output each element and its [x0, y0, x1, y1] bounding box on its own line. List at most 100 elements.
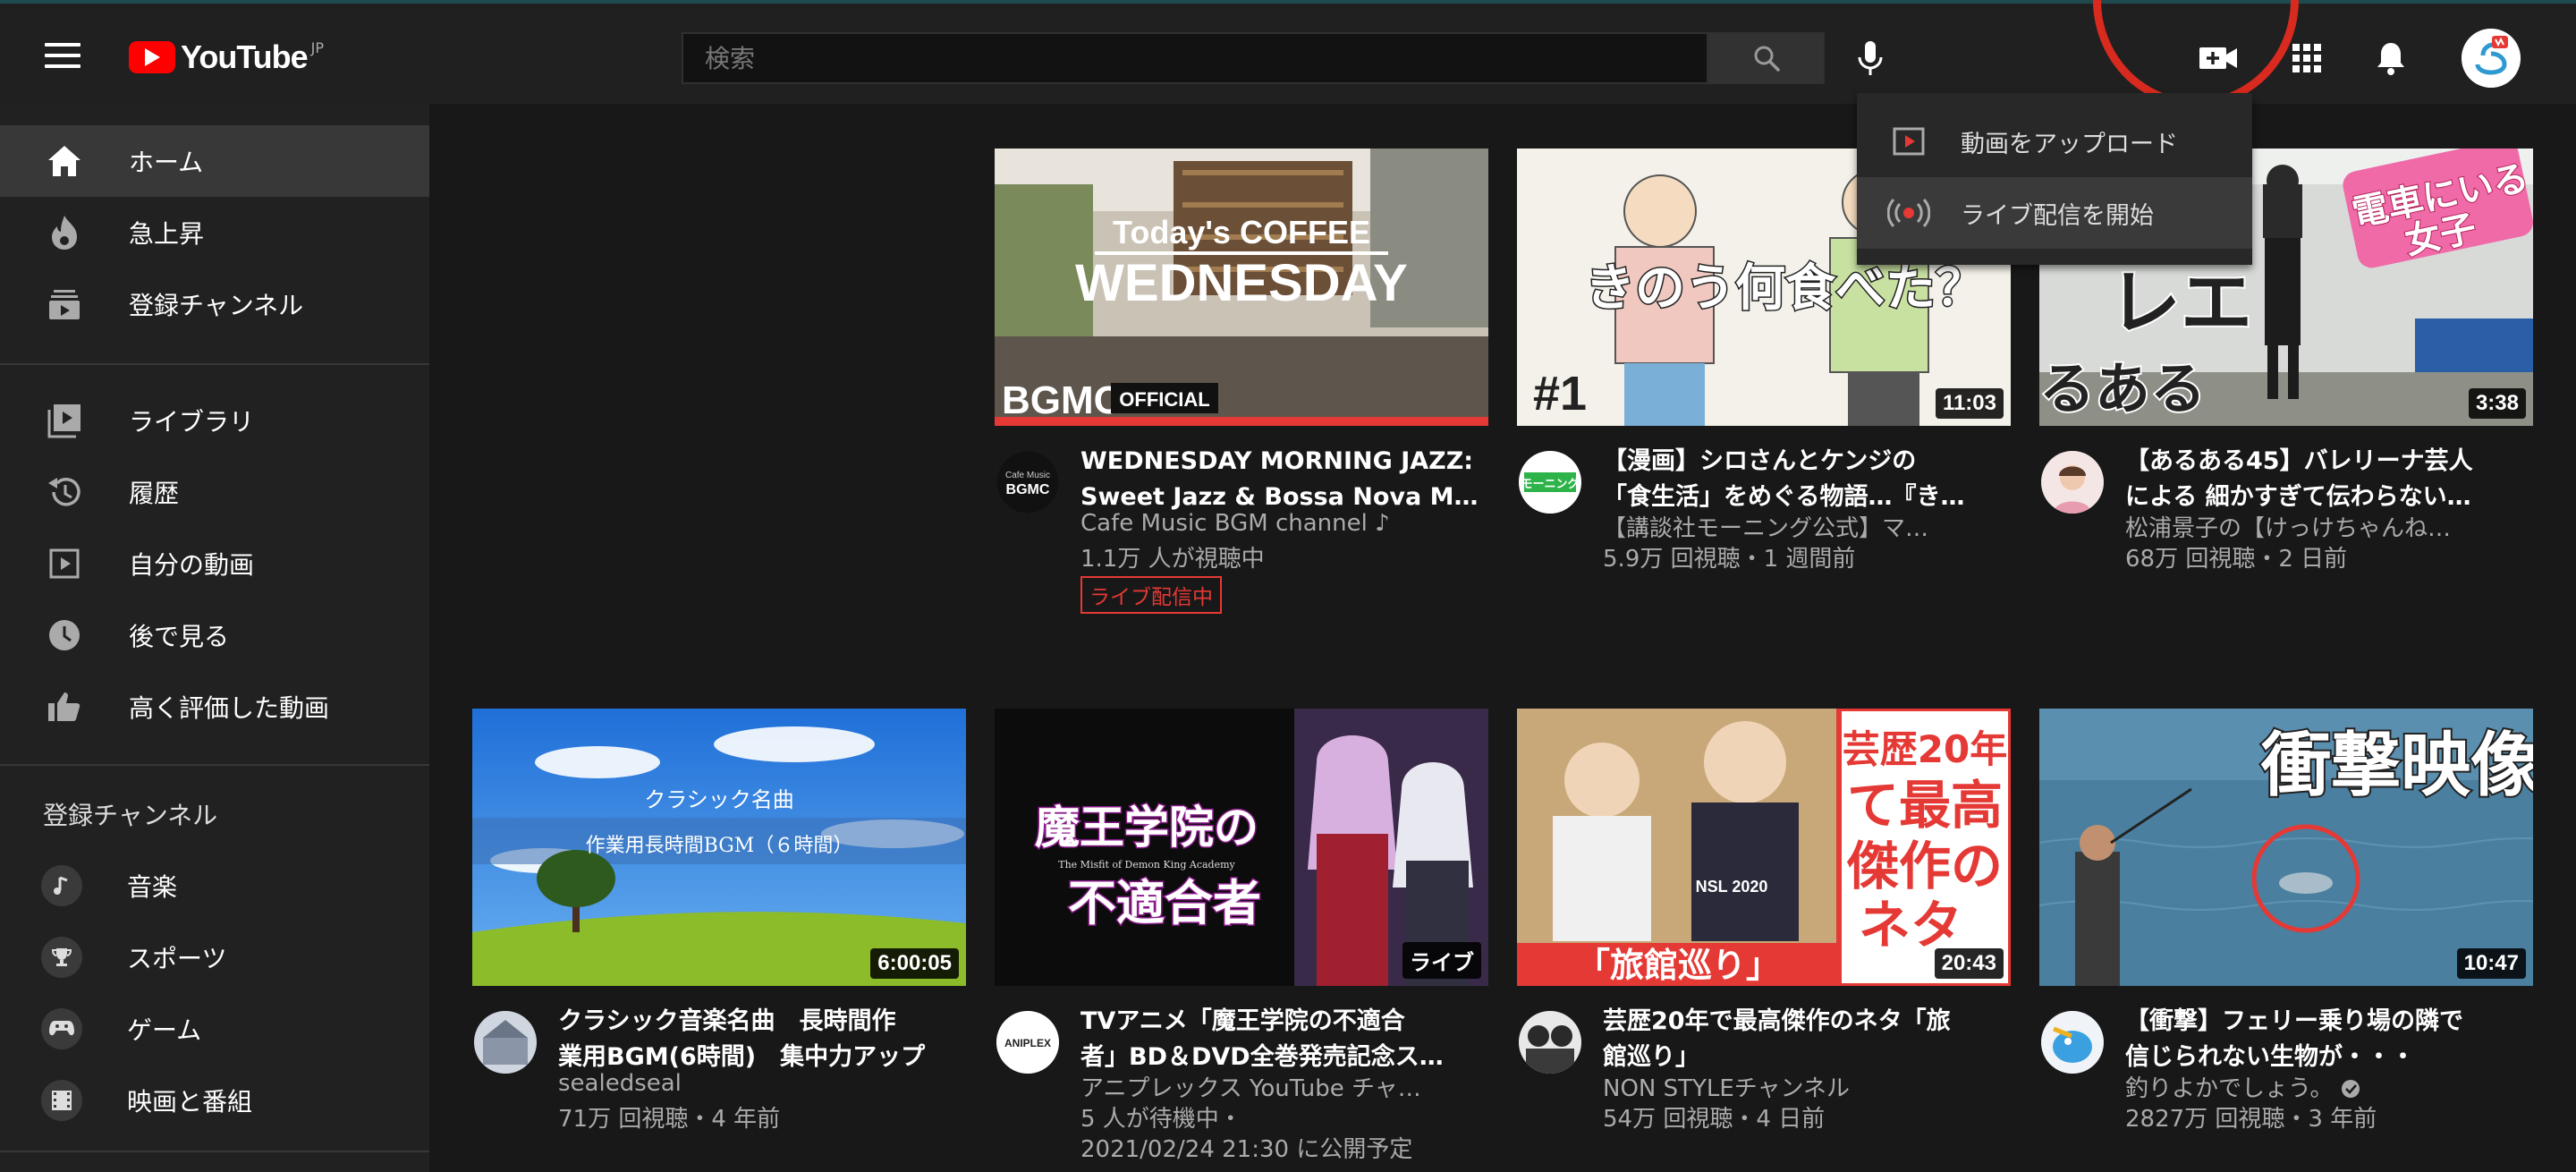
video-stats: 5 人が待機中・ [1080, 1106, 1242, 1133]
channel-avatar[interactable] [2041, 451, 2104, 514]
video-title[interactable]: 【漫画】シロさんとケンジの 「食生活」をめぐる物語…『き… [1603, 444, 2011, 515]
create-button[interactable] [2191, 36, 2245, 81]
notifications-button[interactable] [2368, 36, 2413, 81]
home-icon [45, 141, 84, 181]
sidebar-item-gaming[interactable]: ゲーム [0, 993, 429, 1065]
hamburger-icon [45, 43, 80, 47]
channel-avatar[interactable]: モーニング [1519, 451, 1581, 514]
channel-avatar[interactable] [474, 1011, 537, 1074]
account-avatar[interactable] [2462, 29, 2521, 88]
video-card[interactable]: 衝撃映像 10:47 【衝撃】フェリー乗り場の隣で 信じられない生物が・・・ 釣… [2039, 709, 2533, 1165]
sidebar-item-liked-videos[interactable]: 高く評価した動画 [0, 671, 429, 743]
channel-name[interactable]: 松浦景子の【けっけちゃんね… [2125, 510, 2533, 543]
video-title[interactable]: TVアニメ「魔王学院の不適合 者」BD＆DVD全巻発売記念ス… [1080, 1004, 1488, 1075]
video-title[interactable]: 【あるある45】バレリーナ芸人 による 細かすぎて伝わらない… [2125, 444, 2533, 515]
video-stats: 54万 回視聴・4 日前 [1603, 1106, 1826, 1133]
search-box [682, 32, 1708, 84]
video-stats: 1.1万 人が視聴中 [1080, 546, 1265, 573]
sidebar-item-trending[interactable]: 急上昇 [0, 197, 429, 268]
sidebar-item-label: 音楽 [127, 872, 178, 902]
go-live-icon [1887, 195, 1930, 231]
svg-text:クラシック名曲: クラシック名曲 [644, 787, 794, 812]
menu-item-go-live[interactable]: ライブ配信を開始 [1857, 177, 2252, 249]
trophy-icon [41, 937, 82, 978]
logo-region-code: JP [310, 38, 325, 56]
svg-text:るある: るある [2039, 356, 2206, 421]
apps-button[interactable] [2284, 36, 2329, 81]
channel-avatar[interactable]: ANIPLEX [996, 1011, 1059, 1074]
svg-text:BGMC: BGMC [1002, 378, 1122, 422]
video-card[interactable]: クラシック名曲 作業用長時間BGM（６時間） 6:00:05 クラシック音楽名曲… [472, 709, 966, 1165]
channel-name[interactable]: 【講談社モーニング公式】マ… [1603, 510, 2011, 543]
video-camera-add-icon [2199, 47, 2237, 69]
channel-avatar[interactable] [1519, 1011, 1581, 1074]
svg-text:The Misfit of Demon King Acade: The Misfit of Demon King Academy [1058, 859, 1235, 871]
youtube-logo[interactable]: YouTube JP [129, 38, 325, 75]
sidebar-item-your-videos[interactable]: 自分の動画 [0, 528, 429, 599]
channel-avatar[interactable]: Cafe Music BGMC [996, 451, 1059, 514]
search-icon [1754, 46, 1780, 72]
sidebar-item-watch-later[interactable]: 後で見る [0, 599, 429, 671]
video-card[interactable]: NSL 2020 芸歴20年 て最高 傑作の ネタ 「旅館巡り」 20:43 芸… [1517, 709, 2011, 1165]
sidebar-item-label: 履歴 [129, 479, 180, 508]
svg-text:モーニング: モーニング [1521, 477, 1579, 491]
video-duration: 10:47 [2456, 948, 2526, 979]
video-thumbnail[interactable]: NSL 2020 芸歴20年 て最高 傑作の ネタ 「旅館巡り」 20:43 [1517, 709, 2011, 986]
live-badge: ライブ配信中 [1080, 576, 1222, 614]
video-thumbnail[interactable]: クラシック名曲 作業用長時間BGM（６時間） 6:00:05 [472, 709, 966, 986]
sidebar-item-label: 自分の動画 [129, 550, 255, 580]
sidebar-item-home[interactable]: ホーム [0, 125, 429, 197]
video-thumbnail[interactable]: 衝撃映像 10:47 [2039, 709, 2533, 986]
sidebar-item-movies[interactable]: 映画と番組 [0, 1065, 429, 1136]
menu-item-label: ライブ配信を開始 [1961, 201, 2154, 230]
channel-name[interactable]: NON STYLEチャンネル [1603, 1070, 2011, 1103]
svg-text:OFFICIAL: OFFICIAL [1119, 388, 1209, 411]
video-title[interactable]: 【衝撃】フェリー乗り場の隣で 信じられない生物が・・・ [2125, 1004, 2533, 1075]
svg-text:#1: #1 [1533, 367, 1587, 420]
video-thumbnail[interactable]: Today's COFFEE WEDNESDAY BGMC OFFICIAL [995, 149, 1488, 426]
sidebar-item-label: 映画と番組 [127, 1087, 253, 1117]
video-duration: 11:03 [1935, 388, 2004, 419]
guide-menu-button[interactable] [45, 43, 80, 68]
search-input[interactable] [683, 34, 1707, 82]
sidebar-divider [0, 1151, 429, 1152]
subscriptions-heading: 登録チャンネル [43, 801, 218, 830]
menu-item-upload-video[interactable]: 動画をアップロード [1857, 106, 2252, 177]
svg-text:ANIPLEX: ANIPLEX [1004, 1037, 1051, 1049]
video-title[interactable]: クラシック音楽名曲 長時間作 業用BGM(6時間) 集中力アップ [558, 1004, 966, 1075]
voice-search-button[interactable] [1848, 36, 1893, 81]
video-stats: 68万 回視聴・2 日前 [2125, 546, 2348, 573]
channel-avatar[interactable] [2041, 1011, 2104, 1074]
video-thumbnail[interactable]: 魔王学院の The Misfit of Demon King Academy 不… [995, 709, 1488, 986]
premiere-date: 2021/02/24 21:30 に公開予定 [1080, 1136, 1413, 1163]
svg-text:て最高: て最高 [1847, 775, 2003, 836]
video-title[interactable]: 芸歴20年で最高傑作のネタ「旅 館巡り」 [1603, 1004, 2011, 1075]
bell-icon [2377, 43, 2404, 75]
video-title[interactable]: WEDNESDAY MORNING JAZZ: Sweet Jazz & Bos… [1080, 444, 1488, 515]
sidebar-item-history[interactable]: 履歴 [0, 456, 429, 528]
sidebar-item-library[interactable]: ライブラリ [0, 385, 429, 456]
video-card[interactable]: 魔王学院の The Misfit of Demon King Academy 不… [995, 709, 1488, 1165]
sidebar-item-label: 登録チャンネル [129, 291, 304, 320]
sidebar-item-sports[interactable]: スポーツ [0, 921, 429, 993]
search-button[interactable] [1708, 32, 1825, 84]
video-stats: 71万 回視聴・4 年前 [558, 1106, 781, 1133]
channel-name[interactable]: 釣りよかでしょう。 [2125, 1070, 2533, 1103]
svg-text:WEDNESDAY: WEDNESDAY [1075, 254, 1408, 312]
subscriptions-icon [45, 285, 84, 324]
sidebar-item-label: 後で見る [129, 622, 230, 651]
channel-name[interactable]: sealedseal [558, 1070, 966, 1097]
video-card[interactable]: Today's COFFEE WEDNESDAY BGMC OFFICIAL C… [995, 149, 1488, 614]
sidebar-item-label: ホーム [129, 148, 204, 177]
svg-text:傑作の: 傑作の [1846, 836, 2003, 896]
channel-name[interactable]: Cafe Music BGM channel ♪ [1080, 510, 1488, 537]
your-videos-icon [45, 544, 84, 583]
sidebar-item-subscriptions[interactable]: 登録チャンネル [0, 268, 429, 340]
sidebar-item-label: 高く評価した動画 [129, 693, 330, 723]
sidebar-item-music[interactable]: 音楽 [0, 850, 429, 921]
sidebar-item-label: 急上昇 [129, 219, 205, 249]
user-avatar-icon [2462, 29, 2521, 88]
watch-later-icon [45, 616, 84, 655]
svg-text:不適合者: 不適合者 [1068, 875, 1261, 931]
channel-name[interactable]: アニプレックス YouTube チャ… [1080, 1070, 1488, 1103]
